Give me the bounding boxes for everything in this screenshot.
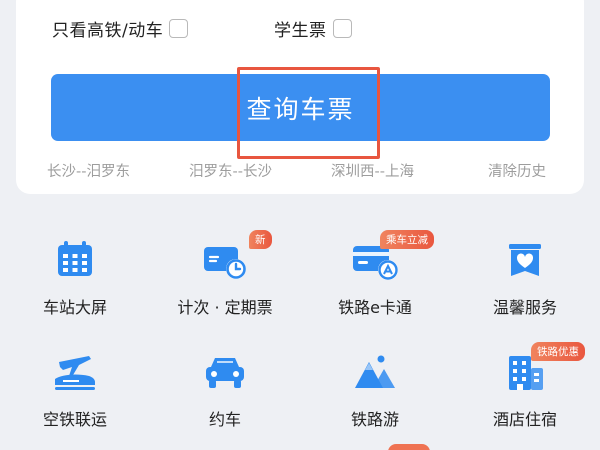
service-hotel[interactable]: 酒店住宿 铁路优惠 <box>450 330 600 440</box>
clear-history-link[interactable]: 清除历史 <box>488 160 546 181</box>
station-screen-icon <box>51 236 99 284</box>
service-station-screen[interactable]: 车站大屏 <box>0 218 150 328</box>
service-ticket-pass[interactable]: 计次 · 定期票 新 <box>150 218 300 328</box>
discount-badge: 乘车立减 <box>380 230 434 249</box>
car-icon <box>201 348 249 396</box>
search-history: 长沙--汨罗东 汨罗东--长沙 深圳西--上海 清除历史 <box>16 160 584 182</box>
history-item[interactable]: 深圳西--上海 <box>331 160 414 181</box>
new-badge: 新 <box>249 230 272 249</box>
service-warm-service[interactable]: 温馨服务 <box>450 218 600 328</box>
air-rail-icon <box>51 348 99 396</box>
gaotie-only-checkbox[interactable] <box>169 19 189 38</box>
gaotie-only-label: 只看高铁/动车 <box>52 21 164 41</box>
student-ticket-option[interactable]: 学生票 <box>274 16 352 41</box>
service-air-rail[interactable]: 空铁联运 <box>0 330 150 440</box>
service-label: 铁路e卡通 <box>338 298 412 317</box>
service-label: 车站大屏 <box>42 298 107 317</box>
service-label: 铁路游 <box>350 410 399 429</box>
service-label: 空铁联运 <box>42 410 107 429</box>
service-railway-ecard[interactable]: 铁路e卡通 乘车立减 <box>300 218 450 328</box>
mountain-tour-icon <box>351 348 399 396</box>
service-car-hailing[interactable]: 约车 <box>150 330 300 440</box>
service-grid: 车站大屏 计次 · 定期票 新 铁路e卡通 乘车立减 温馨服务 空铁联运 约车 … <box>0 218 600 450</box>
history-item[interactable]: 长沙--汨罗东 <box>47 160 130 181</box>
service-label: 约车 <box>208 410 241 429</box>
ticket-card-icon <box>201 236 249 284</box>
service-label: 温馨服务 <box>492 298 557 317</box>
student-ticket-checkbox[interactable] <box>332 19 352 38</box>
query-tickets-button[interactable]: 查询车票 <box>51 74 550 141</box>
ticket-search-card: 只看高铁/动车 学生票 查询车票 长沙--汨罗东 汨罗东--长沙 深圳西--上海… <box>16 0 584 194</box>
railway-discount-badge: 铁路优惠 <box>531 342 585 361</box>
gaotie-only-option[interactable]: 只看高铁/动车 <box>52 16 189 41</box>
student-ticket-label: 学生票 <box>274 21 327 41</box>
service-label: 计次 · 定期票 <box>177 298 273 317</box>
history-item[interactable]: 汨罗东--长沙 <box>189 160 272 181</box>
partial-badge <box>388 444 430 450</box>
service-railway-tour[interactable]: 铁路游 <box>300 330 450 440</box>
service-label: 酒店住宿 <box>492 410 557 429</box>
heart-service-icon <box>501 236 549 284</box>
